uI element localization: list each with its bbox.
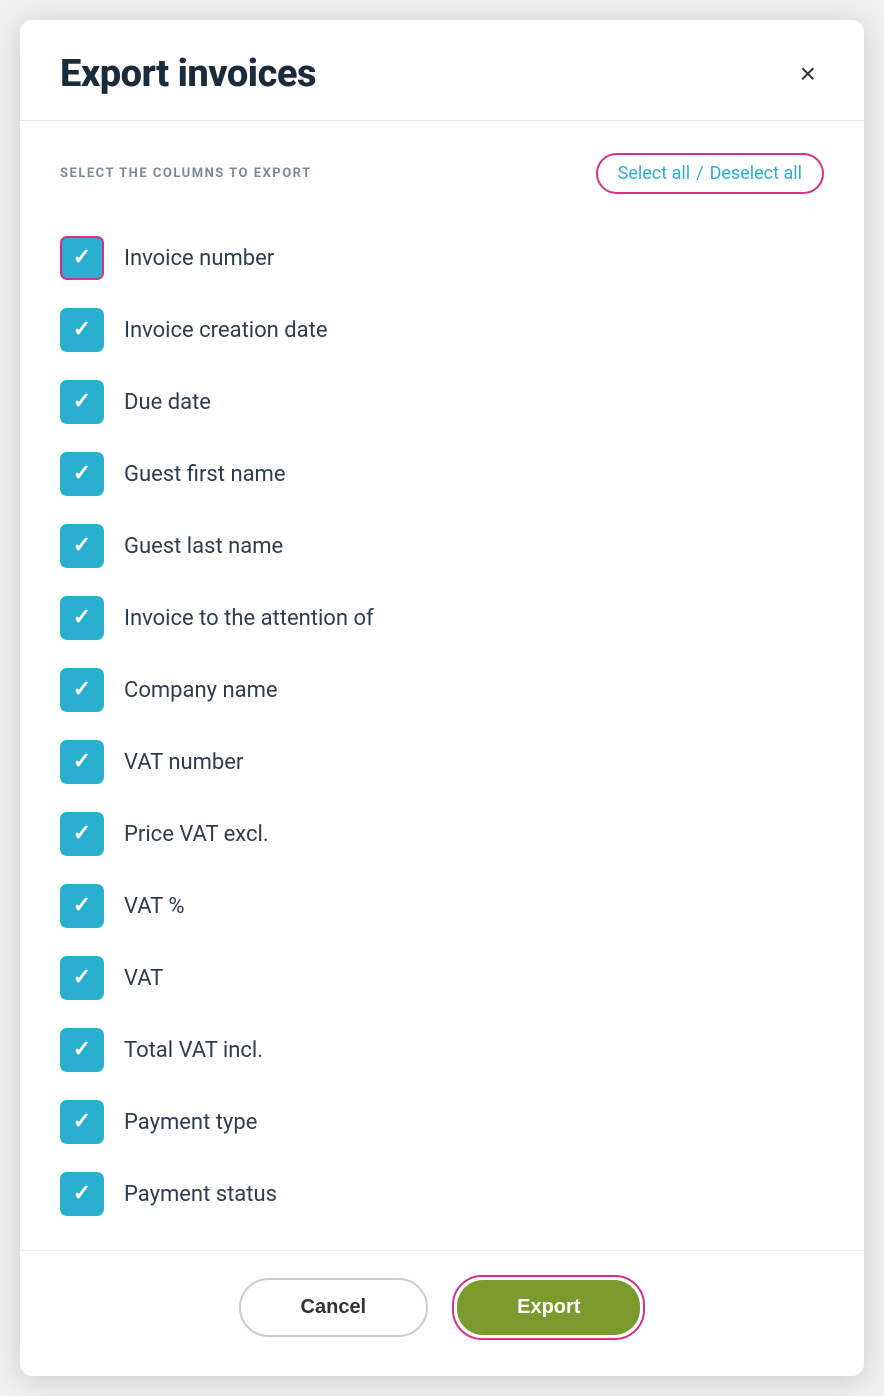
export-invoices-modal: Export invoices × SELECT THE COLUMNS TO …	[20, 20, 864, 1376]
checkbox-item-vat[interactable]: ✓ VAT	[60, 942, 824, 1014]
columns-label: SELECT THE COLUMNS TO EXPORT	[60, 166, 312, 181]
checkbox-box-guest-last-name[interactable]: ✓	[60, 524, 104, 568]
deselect-all-link[interactable]: Deselect all	[710, 163, 802, 184]
checkbox-list: ✓ Invoice number ✓ Invoice creation date…	[60, 222, 824, 1230]
checkbox-item-payment-type[interactable]: ✓ Payment type	[60, 1086, 824, 1158]
checkbox-label-vat-number: VAT number	[124, 750, 243, 775]
checkmark-icon: ✓	[73, 751, 91, 773]
checkmark-icon: ✓	[73, 247, 91, 269]
checkbox-box-invoice-attention[interactable]: ✓	[60, 596, 104, 640]
checkmark-icon: ✓	[73, 823, 91, 845]
checkmark-icon: ✓	[73, 1039, 91, 1061]
checkbox-box-vat-number[interactable]: ✓	[60, 740, 104, 784]
checkbox-item-guest-first-name[interactable]: ✓ Guest first name	[60, 438, 824, 510]
checkbox-box-price-vat-excl[interactable]: ✓	[60, 812, 104, 856]
checkmark-icon: ✓	[73, 1111, 91, 1133]
checkbox-item-invoice-number[interactable]: ✓ Invoice number	[60, 222, 824, 294]
checkbox-box-invoice-number[interactable]: ✓	[60, 236, 104, 280]
checkbox-box-due-date[interactable]: ✓	[60, 380, 104, 424]
checkmark-icon: ✓	[73, 895, 91, 917]
checkbox-label-total-vat-incl: Total VAT incl.	[124, 1038, 263, 1063]
checkbox-label-company-name: Company name	[124, 678, 278, 703]
export-button[interactable]: Export	[457, 1280, 640, 1335]
checkbox-item-company-name[interactable]: ✓ Company name	[60, 654, 824, 726]
select-actions-wrapper: Select all / Deselect all	[596, 153, 824, 194]
checkbox-item-due-date[interactable]: ✓ Due date	[60, 366, 824, 438]
checkmark-icon: ✓	[73, 463, 91, 485]
checkbox-label-payment-type: Payment type	[124, 1110, 257, 1135]
modal-body: SELECT THE COLUMNS TO EXPORT Select all …	[20, 121, 864, 1250]
checkbox-label-payment-status: Payment status	[124, 1182, 277, 1207]
checkbox-label-due-date: Due date	[124, 390, 211, 415]
checkbox-label-guest-last-name: Guest last name	[124, 534, 283, 559]
modal-footer: Cancel Export	[20, 1250, 864, 1376]
checkbox-box-company-name[interactable]: ✓	[60, 668, 104, 712]
checkbox-item-total-vat-incl[interactable]: ✓ Total VAT incl.	[60, 1014, 824, 1086]
separator: /	[696, 163, 703, 184]
checkmark-icon: ✓	[73, 319, 91, 341]
checkmark-icon: ✓	[73, 535, 91, 557]
checkmark-icon: ✓	[73, 967, 91, 989]
checkmark-icon: ✓	[73, 679, 91, 701]
checkbox-box-invoice-creation-date[interactable]: ✓	[60, 308, 104, 352]
close-button[interactable]: ×	[792, 56, 824, 92]
checkbox-box-payment-status[interactable]: ✓	[60, 1172, 104, 1216]
checkmark-icon: ✓	[73, 391, 91, 413]
checkbox-box-guest-first-name[interactable]: ✓	[60, 452, 104, 496]
checkbox-item-invoice-attention[interactable]: ✓ Invoice to the attention of	[60, 582, 824, 654]
checkbox-label-price-vat-excl: Price VAT excl.	[124, 822, 269, 847]
checkbox-box-total-vat-incl[interactable]: ✓	[60, 1028, 104, 1072]
modal-header: Export invoices ×	[20, 20, 864, 121]
checkbox-label-vat-percent: VAT %	[124, 894, 184, 919]
checkbox-label-invoice-number: Invoice number	[124, 246, 274, 271]
export-button-wrapper: Export	[452, 1275, 645, 1340]
checkbox-item-vat-percent[interactable]: ✓ VAT %	[60, 870, 824, 942]
select-all-link[interactable]: Select all	[618, 163, 690, 184]
checkbox-item-payment-status[interactable]: ✓ Payment status	[60, 1158, 824, 1230]
checkmark-icon: ✓	[73, 1183, 91, 1205]
modal-title: Export invoices	[60, 52, 316, 96]
checkbox-box-payment-type[interactable]: ✓	[60, 1100, 104, 1144]
cancel-button[interactable]: Cancel	[239, 1278, 429, 1337]
checkbox-label-invoice-attention: Invoice to the attention of	[124, 606, 374, 631]
checkbox-label-vat: VAT	[124, 966, 163, 991]
checkbox-item-vat-number[interactable]: ✓ VAT number	[60, 726, 824, 798]
checkbox-item-price-vat-excl[interactable]: ✓ Price VAT excl.	[60, 798, 824, 870]
checkbox-label-guest-first-name: Guest first name	[124, 462, 286, 487]
checkbox-item-guest-last-name[interactable]: ✓ Guest last name	[60, 510, 824, 582]
checkbox-item-invoice-creation-date[interactable]: ✓ Invoice creation date	[60, 294, 824, 366]
columns-header-row: SELECT THE COLUMNS TO EXPORT Select all …	[60, 153, 824, 194]
checkbox-label-invoice-creation-date: Invoice creation date	[124, 318, 328, 343]
checkmark-icon: ✓	[73, 607, 91, 629]
checkbox-box-vat-percent[interactable]: ✓	[60, 884, 104, 928]
checkbox-box-vat[interactable]: ✓	[60, 956, 104, 1000]
